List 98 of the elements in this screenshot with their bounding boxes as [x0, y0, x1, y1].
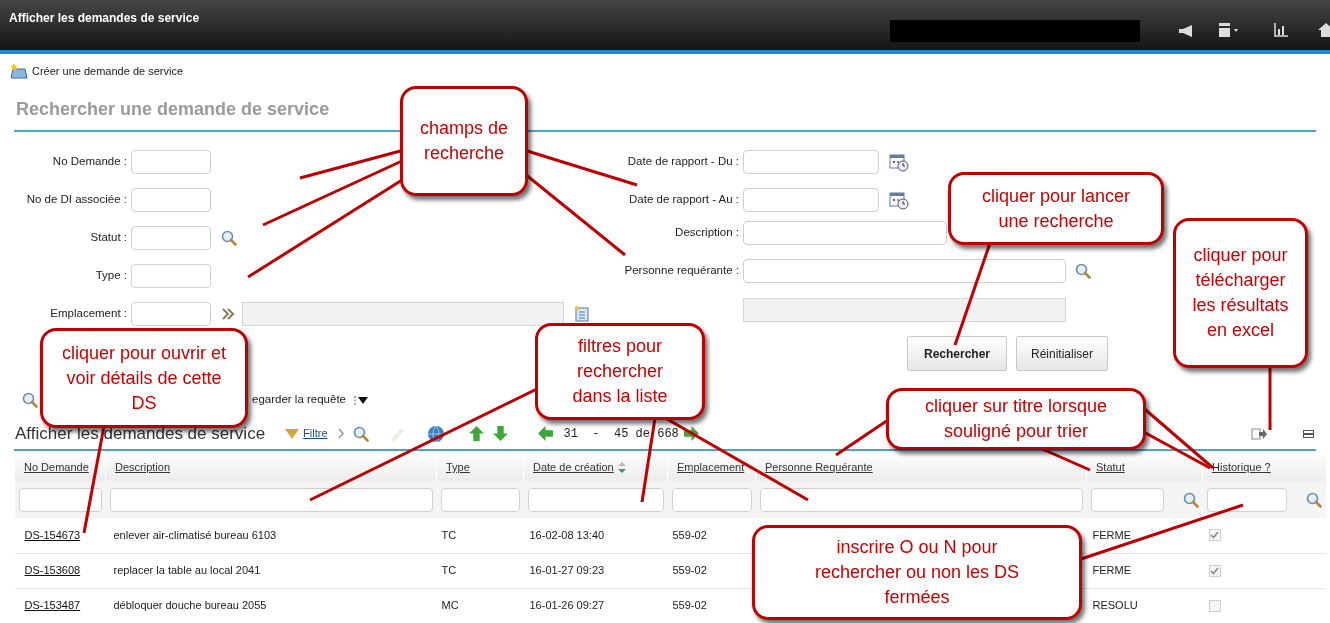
- tree-list-icon[interactable]: [574, 305, 592, 323]
- callout: filtres pour rechercher dans la liste: [535, 323, 705, 420]
- search-button[interactable]: Rechercher: [907, 336, 1007, 371]
- window-menu-icon[interactable]: [1219, 23, 1239, 37]
- table-cell: 16-02-08 13:40: [529, 529, 605, 541]
- table-cell: replacer la table au local 2041: [113, 564, 261, 577]
- checkbox[interactable]: [1208, 529, 1221, 542]
- field-label: Date de rapport - Du :: [626, 154, 740, 170]
- export-icon[interactable]: [1251, 426, 1267, 441]
- save-query-link[interactable]: egarder la requête: [252, 391, 346, 409]
- filter-field[interactable]: [109, 487, 433, 512]
- input-field[interactable]: [131, 188, 211, 212]
- table-cell: MC: [441, 599, 459, 612]
- field-label: No Demande :: [51, 154, 128, 170]
- table-cell: RESOLU: [1092, 599, 1138, 612]
- sort-icon[interactable]: [617, 461, 626, 473]
- table-cell: 559-02: [672, 529, 707, 541]
- arrow-up-icon[interactable]: [467, 425, 485, 442]
- filter-link[interactable]: Filtre: [303, 425, 328, 442]
- callout: champs de recherche: [400, 86, 528, 196]
- caret-icon[interactable]: [358, 396, 368, 404]
- megaphone-icon[interactable]: [1178, 24, 1194, 38]
- callout: inscrire O ou N pour rechercher ou non les DS fermées: [752, 525, 1082, 620]
- home-icon[interactable]: [1318, 22, 1330, 38]
- search-icon[interactable]: [1305, 491, 1322, 508]
- create-request-link[interactable]: Créer une demande de service: [32, 62, 184, 80]
- column-header-link[interactable]: Historique ?: [1212, 459, 1271, 476]
- table-cell: FERME: [1092, 529, 1131, 541]
- filter-field[interactable]: [671, 487, 752, 512]
- field-label: Emplacement :: [49, 306, 128, 322]
- table-cell: TC: [441, 529, 457, 541]
- window-title: Afficher les demandes de service: [9, 10, 200, 27]
- leader-line: [1268, 366, 1272, 430]
- checkbox[interactable]: [1208, 564, 1221, 577]
- table-cell: TC: [441, 564, 457, 577]
- request-id-link[interactable]: DS-153487: [24, 599, 81, 612]
- column-header-link[interactable]: No Demande: [24, 459, 89, 476]
- double-chevron-icon[interactable]: [222, 308, 235, 320]
- callout: cliquer pour ouvrir et voir détails de cette DS: [40, 328, 248, 428]
- search-icon[interactable]: [1182, 491, 1199, 508]
- request-id-link[interactable]: DS-153608: [24, 564, 81, 577]
- field-label: Personne requérante :: [623, 263, 740, 279]
- column-header-link[interactable]: Emplacement: [677, 459, 745, 476]
- column-header-link[interactable]: Description: [115, 459, 171, 476]
- pager-text: 31 - 45 de 668: [563, 425, 679, 443]
- bar-chart-icon[interactable]: [1274, 23, 1288, 37]
- minimize-icon[interactable]: [1303, 429, 1314, 438]
- table-cell: 16-01-26 09:27: [529, 599, 605, 612]
- input-field[interactable]: [743, 259, 1066, 283]
- search-icon[interactable]: [22, 392, 38, 408]
- input-field[interactable]: [743, 221, 947, 245]
- search-icon[interactable]: [221, 230, 237, 246]
- table-cell: enlever air-climatisé bureau 6103: [113, 529, 277, 541]
- eraser-icon: [388, 425, 405, 442]
- section-title: Rechercher une demande de service: [15, 97, 330, 121]
- new-request-icon[interactable]: [10, 63, 28, 79]
- field-label: No de DI associée :: [25, 192, 128, 208]
- filter-field[interactable]: [527, 487, 664, 512]
- column-header-link[interactable]: Date de création: [533, 459, 614, 476]
- chevron-right-icon[interactable]: [337, 428, 345, 439]
- input-field[interactable]: [131, 150, 211, 174]
- field-label: Type :: [94, 268, 128, 284]
- search-icon[interactable]: [352, 425, 369, 442]
- table-cell: FERME: [1092, 564, 1131, 577]
- table-cell: 16-01-27 09:23: [529, 564, 605, 577]
- filter-field[interactable]: [440, 487, 520, 512]
- arrow-left-icon[interactable]: [536, 425, 554, 442]
- input-field[interactable]: [743, 188, 879, 212]
- calendar-clock-icon[interactable]: [889, 190, 909, 210]
- reset-button[interactable]: Réinitialiser: [1016, 336, 1108, 371]
- field-label: Description :: [674, 225, 740, 241]
- dotted-separator-icon: [354, 395, 356, 405]
- input-field[interactable]: [131, 264, 211, 288]
- input-field[interactable]: [743, 150, 879, 174]
- callout: cliquer pour télécharger les résultats en excel: [1173, 218, 1308, 368]
- checkbox[interactable]: [1208, 599, 1221, 612]
- arrow-down-icon[interactable]: [491, 425, 509, 442]
- filter-field[interactable]: [18, 487, 102, 512]
- column-header-link[interactable]: Type: [446, 459, 470, 476]
- table-cell: 559-02: [672, 564, 707, 577]
- leader-line: [835, 418, 889, 457]
- filter-icon[interactable]: [285, 428, 300, 439]
- filter-field[interactable]: [1206, 487, 1287, 512]
- table-cell: 559-02: [672, 599, 707, 612]
- field-label: Statut :: [89, 230, 128, 246]
- callout: cliquer pour lancer une recherche: [948, 172, 1164, 245]
- column-header-link[interactable]: Statut: [1096, 459, 1125, 476]
- column-header-link[interactable]: Personne Requérante: [765, 459, 873, 476]
- callout: cliquer sur titre lorsque souligné pour trier: [886, 388, 1146, 450]
- calendar-clock-icon[interactable]: [889, 152, 909, 172]
- table-cell: débloquer douche bureau 2055: [113, 599, 267, 612]
- request-id-link[interactable]: DS-154673: [24, 529, 81, 541]
- field-label: Date de rapport - Au :: [628, 192, 740, 208]
- search-icon[interactable]: [1075, 263, 1091, 279]
- filter-field[interactable]: [1090, 487, 1164, 512]
- filter-field[interactable]: [759, 487, 1083, 512]
- input-field[interactable]: [131, 226, 211, 250]
- input-field[interactable]: [131, 302, 211, 326]
